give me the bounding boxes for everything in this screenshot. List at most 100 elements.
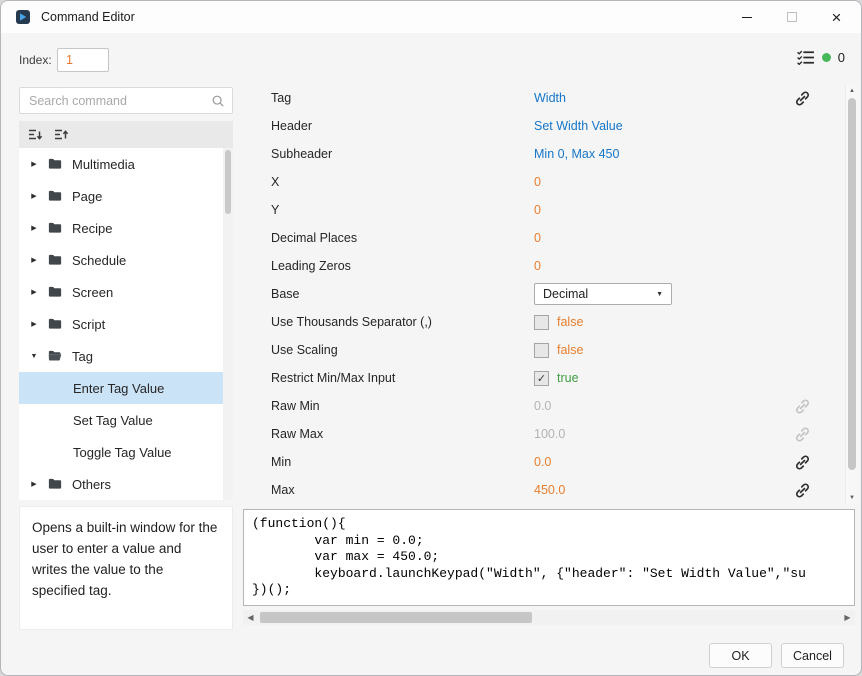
property-value[interactable]: 0.0 bbox=[534, 455, 551, 469]
tree-item-schedule[interactable]: ▶ Schedule bbox=[19, 244, 223, 276]
property-row-tag: Tag Width bbox=[243, 84, 845, 112]
tree-item-label: Script bbox=[72, 317, 105, 332]
tree-item-label: Screen bbox=[72, 285, 113, 300]
property-value[interactable]: 450.0 bbox=[534, 483, 565, 497]
base-dropdown[interactable]: Decimal ▼ bbox=[534, 283, 672, 305]
property-row-use-scaling: Use Scaling false bbox=[243, 336, 845, 364]
link-icon bbox=[794, 398, 811, 415]
chevron-right-icon[interactable]: ▶ bbox=[28, 224, 40, 232]
tree-item-others[interactable]: ▶ Others bbox=[19, 468, 223, 500]
chevron-right-icon[interactable]: ▶ bbox=[28, 256, 40, 264]
tree-scrollbar-thumb[interactable] bbox=[225, 150, 231, 214]
tree-item-script[interactable]: ▶ Script bbox=[19, 308, 223, 340]
tree-item-screen[interactable]: ▶ Screen bbox=[19, 276, 223, 308]
maximize-button[interactable] bbox=[769, 1, 814, 33]
property-label: Y bbox=[243, 203, 534, 217]
search-input[interactable] bbox=[20, 88, 232, 113]
code-scrollbar-thumb[interactable] bbox=[260, 612, 532, 623]
property-row-restrict-minmax: Restrict Min/Max Input ✓ true bbox=[243, 364, 845, 392]
tree-item-label: Toggle Tag Value bbox=[73, 445, 172, 460]
tree-item-tag[interactable]: ▼ Tag bbox=[19, 340, 223, 372]
property-value[interactable]: 0 bbox=[534, 175, 541, 189]
tree-item-enter-tag-value[interactable]: Enter Tag Value bbox=[19, 372, 223, 404]
command-editor-window: Command Editor × Index: 0 bbox=[0, 0, 862, 676]
properties-scrollbar[interactable]: ▲ ▼ bbox=[845, 84, 857, 504]
tree-item-recipe[interactable]: ▶ Recipe bbox=[19, 212, 223, 244]
property-label: Use Scaling bbox=[243, 343, 534, 357]
chevron-right-icon[interactable]: ▶ bbox=[28, 320, 40, 328]
code-line: (function(){ bbox=[252, 516, 846, 533]
scroll-left-icon[interactable]: ◀ bbox=[243, 610, 258, 625]
chevron-right-icon[interactable]: ▶ bbox=[28, 480, 40, 488]
titlebar: Command Editor × bbox=[1, 1, 861, 33]
property-value[interactable]: Width bbox=[534, 91, 566, 105]
code-horizontal-scrollbar[interactable]: ◀ ▶ bbox=[243, 610, 855, 625]
folder-icon bbox=[47, 477, 63, 491]
chevron-right-icon[interactable]: ▶ bbox=[28, 160, 40, 168]
folder-icon bbox=[47, 253, 63, 267]
property-value: 0.0 bbox=[534, 399, 551, 413]
link-icon[interactable] bbox=[794, 482, 811, 499]
property-value[interactable]: 0 bbox=[534, 259, 541, 273]
property-label: Restrict Min/Max Input bbox=[243, 371, 534, 385]
index-label: Index: bbox=[19, 53, 52, 67]
folder-icon bbox=[47, 317, 63, 331]
property-row-raw-min: Raw Min 0.0 bbox=[243, 392, 845, 420]
property-grid: Tag Width Header Set Width Value Subhead… bbox=[243, 84, 857, 504]
property-value[interactable]: 0 bbox=[534, 231, 541, 245]
property-label: Subheader bbox=[243, 147, 534, 161]
property-row-y: Y 0 bbox=[243, 196, 845, 224]
ok-button[interactable]: OK bbox=[709, 643, 772, 668]
scroll-down-icon[interactable]: ▼ bbox=[846, 491, 858, 504]
folder-icon bbox=[47, 285, 63, 299]
collapse-all-icon[interactable] bbox=[27, 127, 43, 143]
index-input[interactable] bbox=[57, 48, 109, 72]
tree-item-multimedia[interactable]: ▶ Multimedia bbox=[19, 148, 223, 180]
status-dot bbox=[822, 53, 831, 62]
tree-item-label: Enter Tag Value bbox=[73, 381, 164, 396]
expand-all-icon[interactable] bbox=[53, 127, 69, 143]
command-tree: ▶ Multimedia ▶ Page ▶ Recipe ▶ S bbox=[19, 148, 233, 500]
code-line: keyboard.launchKeypad("Width", {"header"… bbox=[252, 566, 846, 583]
property-value: 100.0 bbox=[534, 427, 565, 441]
tree-item-toggle-tag-value[interactable]: Toggle Tag Value bbox=[19, 436, 223, 468]
link-icon[interactable] bbox=[794, 90, 811, 107]
link-icon[interactable] bbox=[794, 454, 811, 471]
property-value[interactable]: Min 0, Max 450 bbox=[534, 147, 619, 161]
thousands-separator-checkbox[interactable] bbox=[534, 315, 549, 330]
chevron-right-icon[interactable]: ▶ bbox=[28, 192, 40, 200]
use-scaling-checkbox[interactable] bbox=[534, 343, 549, 358]
code-preview[interactable]: (function(){ var min = 0.0; var max = 45… bbox=[243, 509, 855, 606]
property-value[interactable]: Set Width Value bbox=[534, 119, 623, 133]
sidebar: ▶ Multimedia ▶ Page ▶ Recipe ▶ S bbox=[19, 87, 233, 644]
tree-item-page[interactable]: ▶ Page bbox=[19, 180, 223, 212]
property-value: true bbox=[557, 371, 579, 385]
property-label: X bbox=[243, 175, 534, 189]
app-icon bbox=[15, 9, 31, 25]
code-line: var max = 450.0; bbox=[252, 549, 846, 566]
property-label: Decimal Places bbox=[243, 231, 534, 245]
property-label: Header bbox=[243, 119, 534, 133]
chevron-down-icon[interactable]: ▼ bbox=[28, 353, 40, 360]
scroll-right-icon[interactable]: ▶ bbox=[840, 610, 855, 625]
event-list-icon[interactable] bbox=[796, 50, 815, 65]
chevron-right-icon[interactable]: ▶ bbox=[28, 288, 40, 296]
restrict-minmax-checkbox[interactable]: ✓ bbox=[534, 371, 549, 386]
property-label: Leading Zeros bbox=[243, 259, 534, 273]
cancel-button[interactable]: Cancel bbox=[781, 643, 844, 668]
close-button[interactable]: × bbox=[814, 1, 859, 33]
tree-item-label: Tag bbox=[72, 349, 93, 364]
tree-scrollbar[interactable] bbox=[223, 148, 233, 500]
chevron-down-icon: ▼ bbox=[656, 291, 663, 298]
scroll-up-icon[interactable]: ▲ bbox=[846, 84, 858, 97]
minimize-button[interactable] bbox=[724, 1, 769, 33]
property-value[interactable]: 0 bbox=[534, 203, 541, 217]
property-row-min: Min 0.0 bbox=[243, 448, 845, 476]
tree-item-set-tag-value[interactable]: Set Tag Value bbox=[19, 404, 223, 436]
tree-toolbar bbox=[19, 121, 233, 148]
tree-item-label: Others bbox=[72, 477, 111, 492]
base-dropdown-value: Decimal bbox=[543, 287, 588, 301]
properties-scrollbar-thumb[interactable] bbox=[848, 98, 856, 470]
property-label: Min bbox=[243, 455, 534, 469]
tree-item-label: Multimedia bbox=[72, 157, 135, 172]
